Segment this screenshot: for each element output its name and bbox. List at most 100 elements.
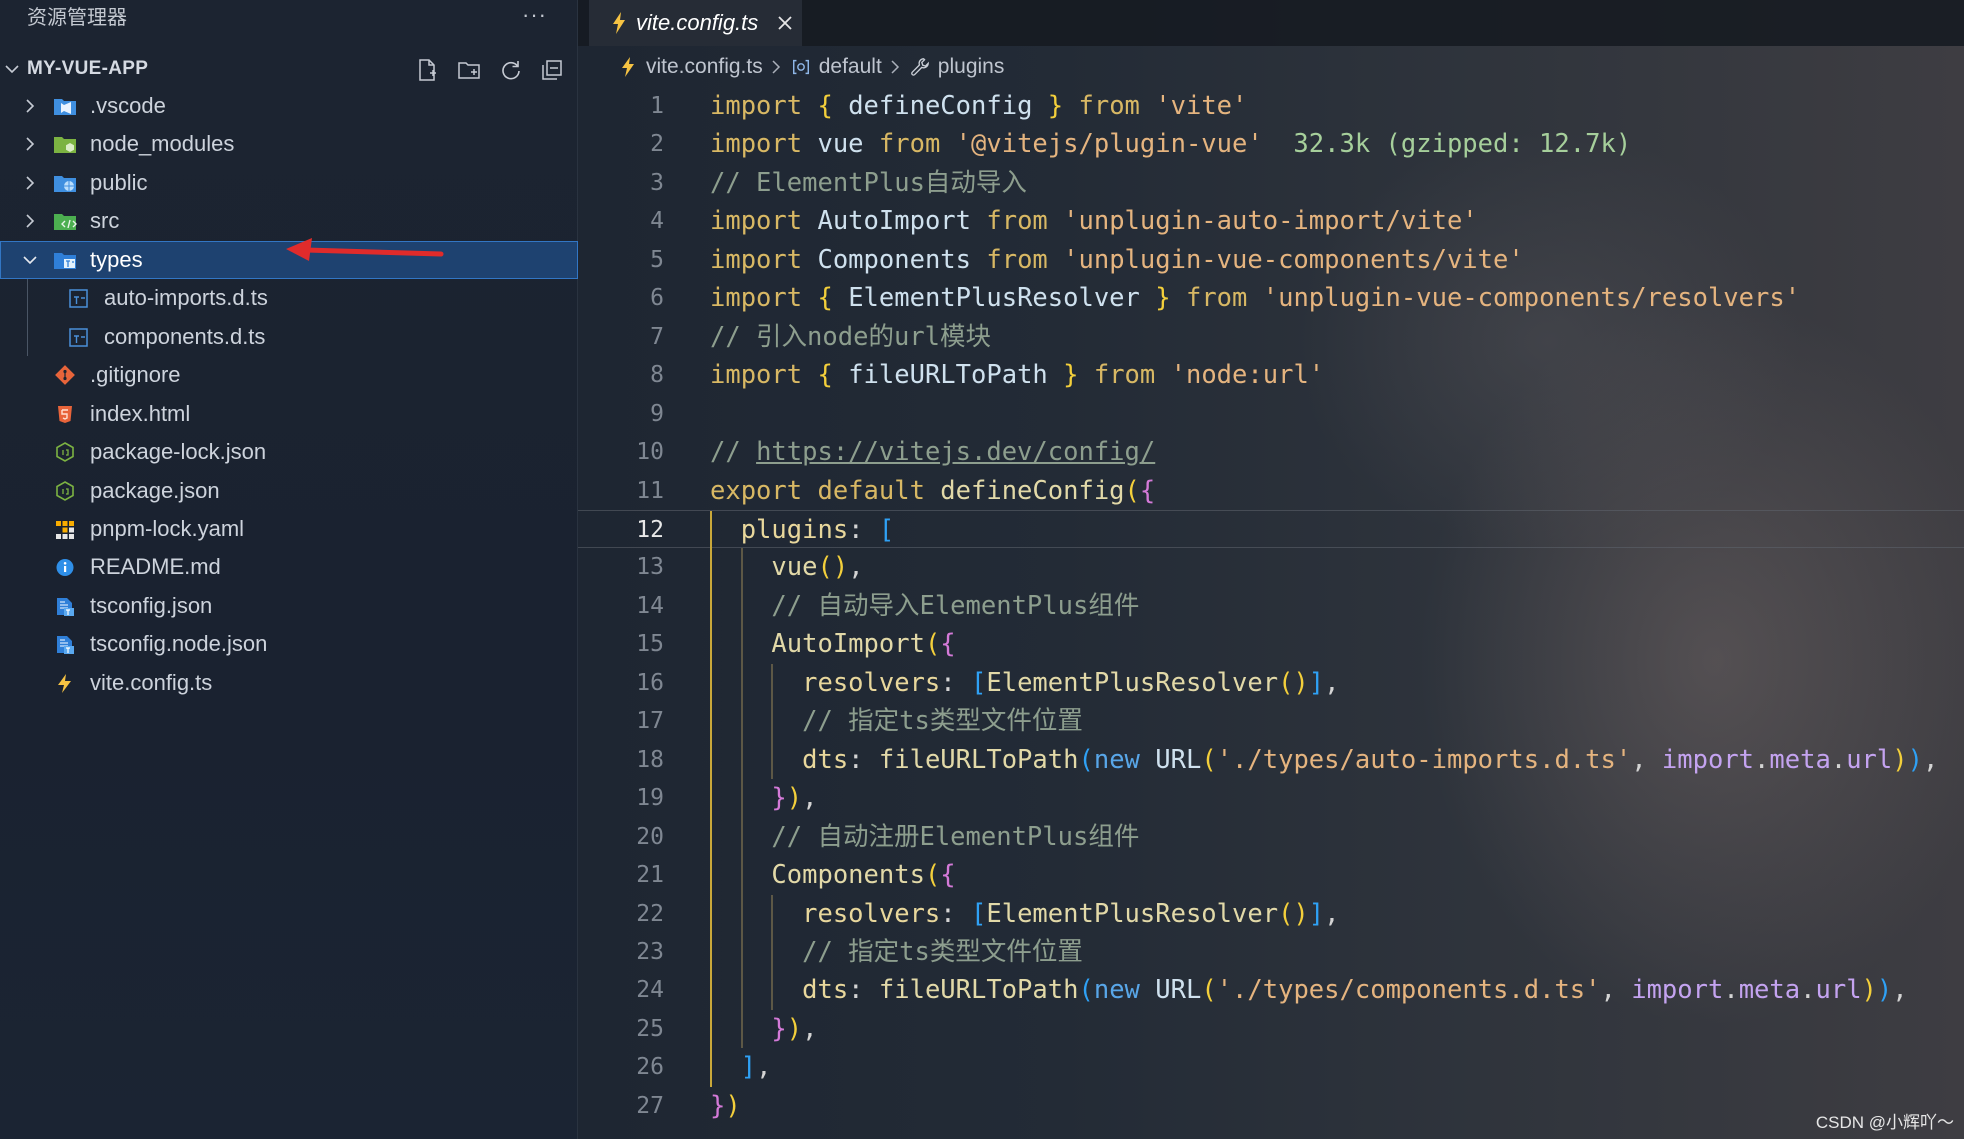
code-line[interactable]: 17 // 指定ts类型文件位置 [578,702,1964,741]
new-file-icon[interactable] [415,58,439,82]
breadcrumb-item-default[interactable]: default [819,55,882,79]
code-token: : [940,898,972,929]
code-token: plugins [710,514,849,545]
tree-item-components[interactable]: components.d.ts [0,318,578,356]
line-number: 7 [650,323,664,350]
code-token: defineConfig [940,475,1125,506]
code-line[interactable]: 26 ], [578,1048,1964,1087]
code-line[interactable]: 14 // 自动导入ElementPlus组件 [578,586,1964,626]
tab-bar: vite.config.ts [578,0,1964,46]
chevron-down-icon [5,65,19,74]
tree-item-package-json[interactable]: package.json [0,472,578,510]
code-line[interactable]: 12 plugins: [ [578,509,1964,550]
code-token: https://vitejs.dev/config/ [756,437,1156,468]
code-text: import AutoImport from 'unplugin-auto-im… [710,202,1478,240]
breadcrumb-item-file[interactable]: vite.config.ts [646,55,763,79]
symbol-module-icon [792,59,809,75]
code-token: () [1278,667,1309,698]
code-line[interactable]: 13 vue(), [578,548,1964,587]
code-token: // [710,437,757,468]
code-token: // 引入node的url模块 [710,321,992,352]
code-line[interactable]: 3 // ElementPlus自动导入 [578,164,1964,202]
tree-item-pnpm-lock[interactable]: pnpm-lock.yaml [0,510,578,548]
tree-item-index-html[interactable]: index.html [0,395,578,433]
code-line[interactable]: 21 Components({ [578,856,1964,895]
code-line[interactable]: 20 // 自动注册ElementPlus组件 [578,817,1964,857]
code-line[interactable]: 27}) [578,1087,1964,1125]
code-line[interactable]: 24 dts: fileURLToPath(new URL('./types/c… [578,971,1964,1010]
code-text: import { fileURLToPath } from 'node:url' [710,356,1324,394]
code-text: resolvers: [ElementPlusResolver()], [710,663,1340,703]
indent-guide [710,740,712,780]
tree-item-label: tsconfig.node.json [90,631,268,657]
code-line[interactable]: 10 // https://vitejs.dev/config/ [578,433,1964,471]
code-token: 'unplugin-vue-components/vite' [1063,244,1524,275]
tree-item-types[interactable]: types [0,240,578,280]
tree-item-tsconfig[interactable]: tsconfig.json [0,587,578,625]
collapse-all-icon[interactable] [540,58,564,82]
tree-item-vite-config[interactable]: vite.config.ts [0,664,578,702]
tree-item-package-lock-json[interactable]: package-lock.json [0,433,578,471]
tree-item-public[interactable]: public [0,164,578,202]
code-line[interactable]: 16 resolvers: [ElementPlusResolver()], [578,663,1964,703]
line-number: 2 [650,131,664,158]
tree-item-label: auto-imports.d.ts [104,285,268,311]
code-token: ( [1201,744,1217,775]
code-line[interactable]: 1 import { defineConfig } from 'vite' [578,87,1964,125]
code-text: // 自动导入ElementPlus组件 [710,586,1139,626]
code-line[interactable]: 25 }), [578,1009,1964,1049]
tab-vite-config[interactable]: vite.config.ts [589,0,802,46]
tree-item-gitignore[interactable]: .gitignore [0,356,578,394]
tree-item-readme[interactable]: README.md [0,548,578,586]
file-tree: .vscode node_modules public src types au… [0,87,578,702]
code-token: './types/components.d.ts' [1216,975,1601,1006]
code-line[interactable]: 6 import { ElementPlusResolver } from 'un… [578,279,1964,317]
code-line[interactable]: 8 import { fileURLToPath } from 'node:url… [578,356,1964,394]
code-token: , [1324,667,1340,698]
tree-item-label: types [90,246,143,272]
breadcrumb-item-plugins[interactable]: plugins [938,55,1005,79]
more-actions-icon[interactable]: ··· [522,0,547,36]
tree-item-label: .vscode [90,93,166,118]
code-line[interactable]: 18 dts: fileURLToPath(new URL('./types/a… [578,740,1964,780]
code-line[interactable]: 19 }), [578,779,1964,818]
project-header[interactable]: MY-VUE-APP [0,50,578,88]
tree-item-label: .gitignore [90,362,181,388]
tree-item-vscode[interactable]: .vscode [0,87,578,125]
tree-item-auto-imports[interactable]: auto-imports.d.ts [0,279,578,317]
close-icon[interactable] [775,13,795,33]
line-number: 5 [650,246,664,273]
code-line[interactable]: 15 AutoImport({ [578,625,1964,664]
code-line[interactable]: 22 resolvers: [ElementPlusResolver()], [578,894,1964,933]
types-folder-icon [54,252,76,269]
tree-item-node-modules[interactable]: node_modules [0,125,578,163]
indent-guide [740,932,743,972]
code-line[interactable]: 23 // 指定ts类型文件位置 [578,932,1964,972]
chevron-right-icon [26,99,35,113]
code-token: , [802,783,818,814]
tree-item-tsconfig-node[interactable]: tsconfig.node.json [0,625,578,663]
wrench-icon [910,58,929,76]
code-token: fileURLToPath [878,975,1079,1006]
new-folder-icon[interactable] [457,58,481,82]
code-editor[interactable]: 1 import { defineConfig } from 'vite' 2 imp… [578,87,1964,1125]
breadcrumb: vite.config.ts default plugins [618,46,1004,88]
code-token: : [848,514,879,545]
code-line[interactable]: 11 export default defineConfig({ [578,472,1964,510]
code-line[interactable]: 4 import AutoImport from 'unplugin-auto-i… [578,202,1964,240]
code-line[interactable]: 5 import Components from 'unplugin-vue-co… [578,241,1964,279]
code-line[interactable]: 7 // 引入node的url模块 [578,318,1964,356]
line-number: 13 [636,554,664,581]
refresh-icon[interactable] [499,58,523,82]
code-text: // ElementPlus自动导入 [710,164,1027,202]
code-token: () [1278,898,1309,929]
code-token: } [1047,91,1064,121]
indent-guide [771,663,774,703]
tree-item-src[interactable]: src [0,202,578,240]
code-token: fileURLToPath [878,744,1079,775]
code-token: : [940,667,972,698]
code-line[interactable]: 2 import vue from '@vitejs/plugin-vue' 32… [578,125,1964,163]
code-line[interactable]: 9 [578,395,1964,433]
indent-guide [710,779,712,818]
